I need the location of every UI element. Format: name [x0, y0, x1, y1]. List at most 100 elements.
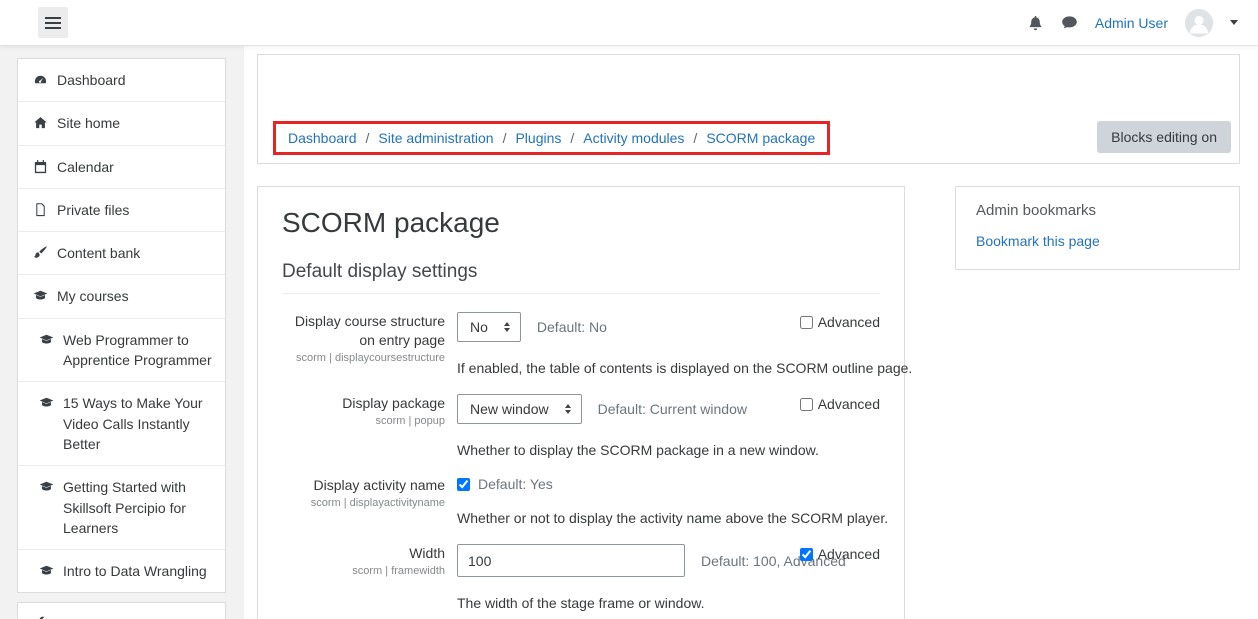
- breadcrumb-link[interactable]: Activity modules: [583, 130, 684, 146]
- setting-description: Whether or not to display the activity n…: [457, 510, 880, 526]
- select-arrows-icon: [504, 322, 510, 332]
- bell-icon[interactable]: [1027, 14, 1044, 31]
- annotation-red-box: Dashboard / Site administration / Plugins / Ac…: [273, 121, 830, 155]
- breadcrumb-link[interactable]: Plugins: [515, 130, 561, 146]
- setting-row: Display packagescorm | popup New window De…: [282, 394, 880, 458]
- select-arrows-icon: [565, 404, 571, 414]
- sidebar-item[interactable]: Dashboard: [18, 59, 225, 102]
- sidebar-item[interactable]: Content bank: [18, 232, 225, 275]
- sidebar-item[interactable]: Site home: [18, 102, 225, 145]
- setting-name: Display course structure on entry page: [282, 312, 445, 350]
- nav-drawer: Dashboard Site home Calendar Private files C…: [0, 46, 244, 619]
- setting-name: Display package: [282, 394, 445, 413]
- setting-row: Display course structure on entry page sc…: [282, 312, 880, 376]
- setting-description: The width of the stage frame or window.: [457, 595, 880, 611]
- setting-description: If enabled, the table of contents is dis…: [457, 360, 880, 376]
- sidebar-item-label: Web Programmer to Apprentice Programmer: [63, 330, 217, 371]
- setting-checkbox[interactable]: [457, 478, 470, 491]
- triangle-up-icon: [565, 404, 571, 408]
- advanced-checkbox[interactable]: [800, 316, 813, 329]
- breadcrumb-separator: /: [366, 130, 370, 146]
- grad-cap-icon: [39, 332, 54, 347]
- triangle-down-icon: [504, 328, 510, 332]
- setting-plugin-id: scorm | displaycoursestructure: [282, 352, 445, 364]
- top-navbar: Admin User: [0, 0, 1258, 46]
- home-icon: [33, 115, 48, 130]
- sidebar-item-label: Dashboard: [57, 70, 126, 90]
- calendar-icon: [33, 159, 48, 174]
- setting-input[interactable]: [457, 544, 685, 577]
- setting-select[interactable]: New window: [457, 394, 582, 424]
- sidebar-item-label: Intro to Data Wrangling: [63, 561, 207, 581]
- breadcrumb-link[interactable]: Site administration: [378, 130, 493, 146]
- breadcrumb-link[interactable]: Dashboard: [288, 130, 357, 146]
- breadcrumb-card: Dashboard / Site administration / Plugins / Ac…: [257, 54, 1240, 164]
- default-value-text: Default: Current window: [598, 401, 747, 417]
- user-menu-name[interactable]: Admin User: [1095, 15, 1168, 31]
- default-value-text: Default: No: [537, 319, 607, 335]
- advanced-label: Advanced: [818, 546, 880, 562]
- breadcrumb-separator: /: [570, 130, 574, 146]
- setting-body: Default: Yes Whether or not to display th…: [445, 476, 880, 526]
- triangle-up-icon: [504, 322, 510, 326]
- select-value: No: [470, 319, 488, 335]
- setting-label: Width scorm | framewidth: [282, 544, 445, 611]
- sidebar-item[interactable]: Web Programmer to Apprentice Programmer: [18, 319, 225, 383]
- sidebar-item-label: Private files: [57, 200, 129, 220]
- advanced-label: Advanced: [818, 314, 880, 330]
- setting-label: Display packagescorm | popup: [282, 394, 445, 458]
- caret-down-icon[interactable]: [1230, 20, 1238, 25]
- sidebar-item[interactable]: Intro to Data Wrangling: [18, 550, 225, 592]
- setting-label: Display course structure on entry page sc…: [282, 312, 445, 376]
- grad-cap-icon: [39, 395, 54, 410]
- admin-bookmarks-block: Admin bookmarks Bookmark this page: [955, 186, 1240, 270]
- setting-select[interactable]: No: [457, 312, 521, 342]
- sidebar-item[interactable]: Getting Started with Skillsoft Percipio …: [18, 466, 225, 550]
- breadcrumb-separator: /: [503, 130, 507, 146]
- sidebar-item-label: Calendar: [57, 157, 114, 177]
- page-title: SCORM package: [282, 207, 880, 239]
- section-title: Default display settings: [282, 261, 880, 294]
- settings-card: SCORM package Default display settings D…: [257, 186, 905, 619]
- advanced-checkbox[interactable]: [800, 398, 813, 411]
- select-value: New window: [470, 401, 549, 417]
- sidebar-item[interactable]: 15 Ways to Make Your Video Calls Instant…: [18, 382, 225, 466]
- setting-plugin-id: scorm | framewidth: [282, 565, 445, 577]
- sidebar-item-label: Site home: [57, 113, 120, 133]
- default-value-text: Default: Yes: [478, 476, 553, 492]
- control-line: Default: Yes: [457, 476, 880, 492]
- breadcrumb: Dashboard / Site administration / Plugins / Ac…: [288, 130, 815, 146]
- setting-name: Width: [282, 544, 445, 563]
- advanced-cell: Advanced: [800, 396, 880, 412]
- setting-row: Display activity namescorm | displayacti…: [282, 476, 880, 526]
- advanced-label: Advanced: [818, 396, 880, 412]
- sidebar-item-site-administration[interactable]: Site administration: [18, 603, 225, 619]
- bookmarks-title: Admin bookmarks: [976, 202, 1219, 219]
- advanced-cell: Advanced: [800, 546, 880, 562]
- file-icon: [33, 202, 48, 217]
- gauge-icon: [33, 72, 48, 87]
- setting-label: Display activity namescorm | displayacti…: [282, 476, 445, 526]
- advanced-cell: Advanced: [800, 314, 880, 330]
- setting-row: Widthscorm | framewidthDefault: 100, Adv…: [282, 544, 880, 611]
- sidebar-item[interactable]: Private files: [18, 189, 225, 232]
- sidebar-item-label: Site administration: [57, 614, 172, 619]
- triangle-down-icon: [565, 410, 571, 414]
- chat-icon[interactable]: [1061, 14, 1078, 31]
- sidebar-item[interactable]: Calendar: [18, 146, 225, 189]
- menu-icon[interactable]: [38, 7, 68, 38]
- breadcrumb-link[interactable]: SCORM package: [706, 130, 815, 146]
- sidebar-nav-list: Dashboard Site home Calendar Private files C…: [17, 58, 226, 593]
- grad-cap-icon: [33, 288, 48, 303]
- advanced-checkbox[interactable]: [800, 548, 813, 561]
- bookmark-this-page-link[interactable]: Bookmark this page: [976, 233, 1100, 249]
- blocks-editing-on-button[interactable]: Blocks editing on: [1097, 121, 1231, 153]
- avatar[interactable]: [1185, 9, 1213, 37]
- sidebar-item-label: Getting Started with Skillsoft Percipio …: [63, 477, 217, 538]
- sidebar-item[interactable]: My courses: [18, 275, 225, 318]
- setting-name: Display activity name: [282, 476, 445, 495]
- sidebar-item-label: Content bank: [57, 243, 140, 263]
- settings-list: Display course structure on entry page sc…: [282, 312, 880, 619]
- sidebar-item-label: My courses: [57, 286, 129, 306]
- grad-cap-icon: [39, 479, 54, 494]
